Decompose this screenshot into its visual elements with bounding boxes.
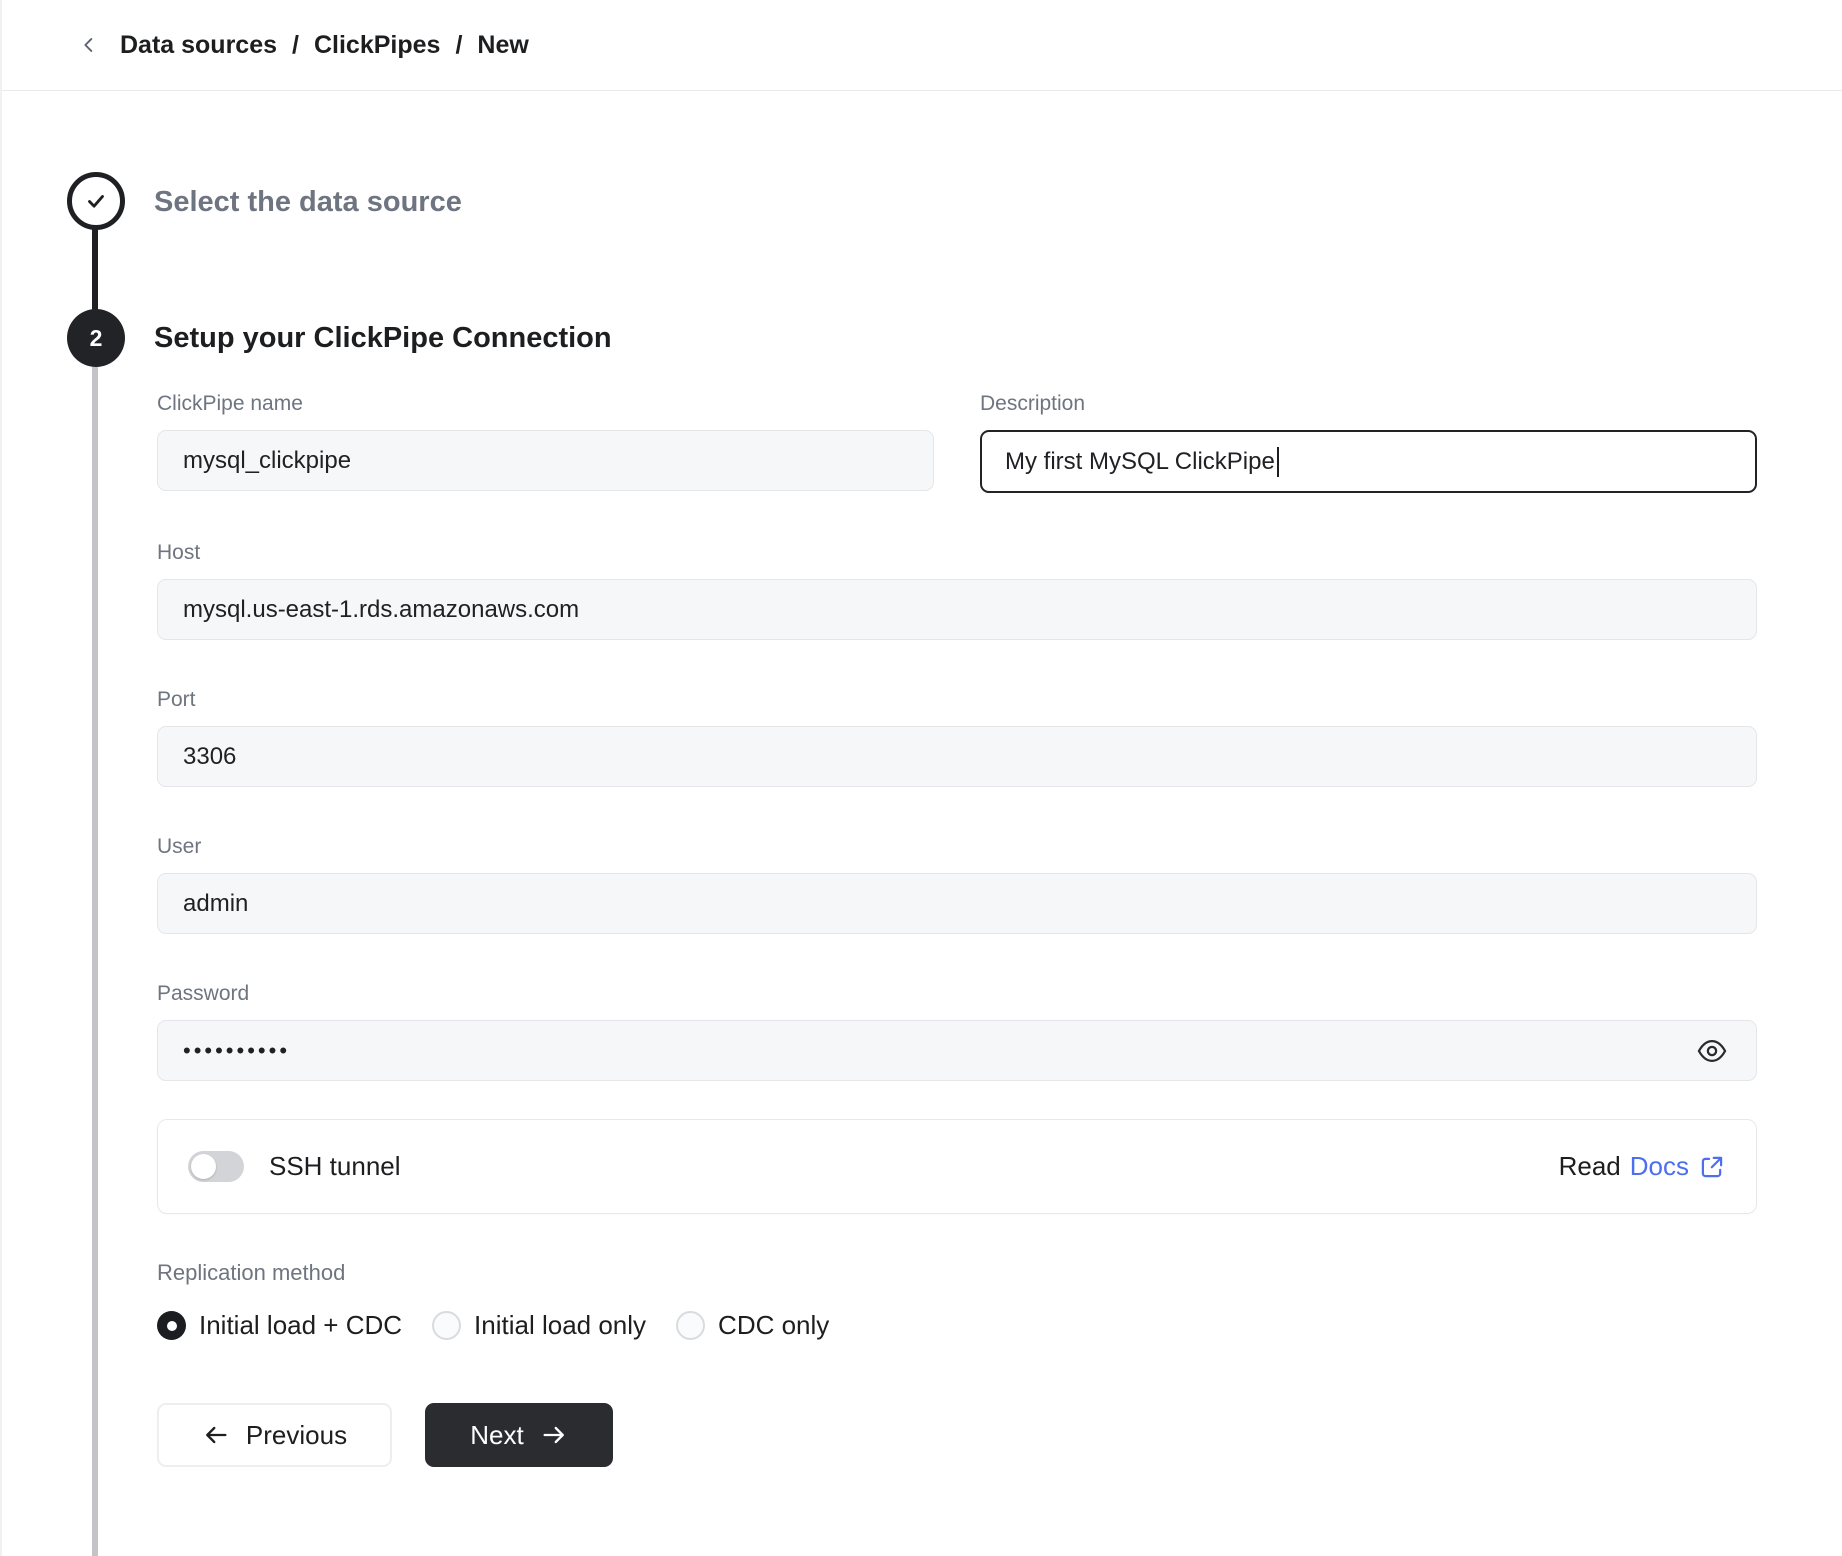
replication-options: Initial load + CDC Initial load only CDC… bbox=[157, 1310, 1757, 1341]
step-2-number: 2 bbox=[90, 325, 103, 352]
description-label: Description bbox=[980, 392, 1757, 416]
show-password-button[interactable] bbox=[1695, 1034, 1729, 1068]
previous-label: Previous bbox=[246, 1420, 347, 1451]
clickpipe-name-input[interactable] bbox=[157, 430, 934, 491]
password-label: Password bbox=[157, 982, 1757, 1006]
check-icon bbox=[83, 188, 109, 214]
step-1-indicator bbox=[67, 172, 125, 230]
radio-initial-load-only[interactable]: Initial load only bbox=[432, 1310, 646, 1341]
radio-cdc-only[interactable]: CDC only bbox=[676, 1310, 829, 1341]
toggle-knob bbox=[191, 1154, 216, 1179]
breadcrumb-bar: Data sources / ClickPipes / New bbox=[2, 0, 1842, 91]
docs-link[interactable]: Docs bbox=[1630, 1151, 1689, 1182]
step-2-indicator: 2 bbox=[67, 309, 125, 367]
radio-label: CDC only bbox=[718, 1310, 829, 1341]
radio-label: Initial load only bbox=[474, 1310, 646, 1341]
breadcrumb-clickpipes[interactable]: ClickPipes bbox=[314, 31, 440, 60]
clickpipe-setup-page: Data sources / ClickPipes / New Select t… bbox=[0, 0, 1842, 1556]
replication-method-label: Replication method bbox=[157, 1260, 1757, 1286]
user-label: User bbox=[157, 835, 1757, 859]
chevron-left-icon bbox=[78, 34, 100, 56]
stepper-connector-gray bbox=[92, 367, 98, 1556]
step-2-title: Setup your ClickPipe Connection bbox=[154, 322, 612, 355]
step-1-title: Select the data source bbox=[154, 186, 462, 219]
user-input[interactable] bbox=[157, 873, 1757, 934]
external-link-icon[interactable] bbox=[1698, 1153, 1726, 1181]
connection-form: ClickPipe name Description My first MySQ… bbox=[157, 392, 1757, 1467]
clickpipe-name-label: ClickPipe name bbox=[157, 392, 934, 416]
arrow-right-icon bbox=[540, 1421, 568, 1449]
radio-selected-icon[interactable] bbox=[157, 1311, 186, 1340]
back-button[interactable] bbox=[74, 30, 104, 60]
radio-unselected-icon[interactable] bbox=[676, 1311, 705, 1340]
host-input[interactable] bbox=[157, 579, 1757, 640]
breadcrumb-new: New bbox=[477, 31, 528, 60]
next-label: Next bbox=[470, 1420, 523, 1451]
ssh-tunnel-card: SSH tunnel Read Docs bbox=[157, 1119, 1757, 1214]
description-value: My first MySQL ClickPipe bbox=[1005, 448, 1275, 476]
ssh-tunnel-toggle[interactable] bbox=[188, 1151, 244, 1182]
description-input[interactable]: My first MySQL ClickPipe bbox=[980, 430, 1757, 493]
next-button[interactable]: Next bbox=[425, 1403, 613, 1467]
breadcrumb-separator: / bbox=[292, 31, 299, 60]
radio-label: Initial load + CDC bbox=[199, 1310, 402, 1341]
radio-unselected-icon[interactable] bbox=[432, 1311, 461, 1340]
arrow-left-icon bbox=[202, 1421, 230, 1449]
breadcrumb-data-sources[interactable]: Data sources bbox=[120, 31, 277, 60]
password-input[interactable] bbox=[157, 1020, 1757, 1081]
host-label: Host bbox=[157, 541, 1757, 565]
text-cursor bbox=[1277, 447, 1279, 477]
eye-icon bbox=[1696, 1035, 1728, 1067]
stepper-connector-dark bbox=[92, 229, 98, 311]
breadcrumb-separator: / bbox=[455, 31, 462, 60]
breadcrumb: Data sources / ClickPipes / New bbox=[120, 31, 529, 60]
ssh-tunnel-label: SSH tunnel bbox=[269, 1151, 401, 1182]
port-input[interactable] bbox=[157, 726, 1757, 787]
read-text: Read bbox=[1559, 1151, 1621, 1182]
previous-button[interactable]: Previous bbox=[157, 1403, 392, 1467]
port-label: Port bbox=[157, 688, 1757, 712]
radio-initial-load-cdc[interactable]: Initial load + CDC bbox=[157, 1310, 402, 1341]
